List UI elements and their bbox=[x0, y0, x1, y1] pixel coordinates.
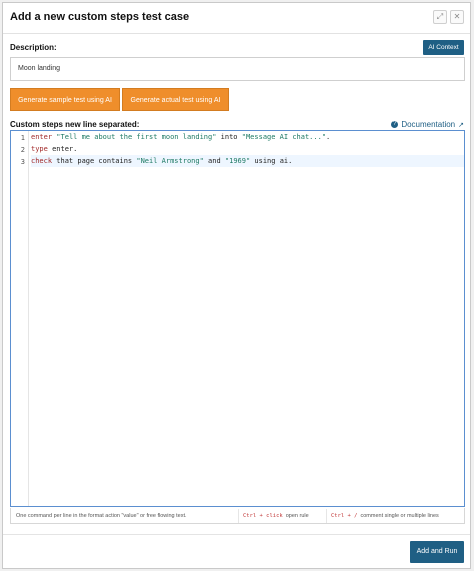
code-text: into bbox=[216, 133, 242, 141]
steps-code-editor[interactable]: 1 2 3 enter "Tell me about the first moo… bbox=[10, 130, 465, 507]
add-and-run-button[interactable]: Add and Run bbox=[410, 541, 464, 563]
line-number: 3 bbox=[20, 158, 25, 166]
help-icon: ? bbox=[391, 121, 399, 128]
custom-steps-label: Custom steps new line separated: bbox=[10, 120, 140, 129]
expand-icon[interactable]: ⤢ bbox=[433, 10, 447, 24]
description-label: Description: bbox=[10, 43, 57, 52]
code-string: "Neil Armstrong" bbox=[136, 157, 204, 165]
documentation-link[interactable]: ? Documentation ↗ bbox=[391, 120, 464, 129]
external-link-icon: ↗ bbox=[458, 121, 464, 129]
line-number-gutter: 1 2 3 bbox=[11, 131, 29, 506]
code-string: "Tell me about the first moon landing" bbox=[56, 133, 217, 141]
description-input[interactable]: Moon landing bbox=[10, 57, 465, 81]
code-line[interactable]: type enter. bbox=[31, 143, 464, 155]
code-keyword: enter bbox=[31, 133, 53, 141]
editor-hints-bar: One command per line in the format actio… bbox=[10, 508, 465, 524]
custom-steps-modal: Add a new custom steps test case ⤢ ✕ Des… bbox=[2, 2, 471, 569]
line-number: 2 bbox=[20, 146, 25, 154]
code-line-active[interactable]: check that page contains "Neil Armstrong… bbox=[31, 155, 464, 167]
code-text: that page contains bbox=[52, 157, 137, 165]
code-keyword: check bbox=[31, 157, 53, 165]
code-text: and bbox=[203, 157, 225, 165]
shortcut-desc: open rule bbox=[285, 513, 309, 519]
code-line[interactable]: enter "Tell me about the first moon land… bbox=[31, 131, 464, 143]
generate-actual-test-button[interactable]: Generate actual test using AI bbox=[122, 88, 229, 111]
modal-header: Add a new custom steps test case ⤢ ✕ bbox=[3, 3, 470, 34]
shortcut-desc: comment single or multiple lines bbox=[360, 513, 439, 519]
shortcut-key: Ctrl + click bbox=[243, 513, 283, 519]
close-icon[interactable]: ✕ bbox=[450, 10, 464, 24]
code-text: . bbox=[326, 133, 331, 141]
code-text: enter. bbox=[47, 145, 78, 153]
ctrl-slash-hint: Ctrl + / comment single or multiple lines bbox=[326, 509, 464, 523]
ctrl-click-hint: Ctrl + click open rule bbox=[238, 509, 322, 523]
code-keyword: type bbox=[31, 145, 48, 153]
footer-divider bbox=[3, 534, 470, 535]
code-string: "Message AI chat..." bbox=[241, 133, 327, 141]
code-text: using ai. bbox=[250, 157, 293, 165]
generate-sample-test-button[interactable]: Generate sample test using AI bbox=[10, 88, 120, 111]
line-number: 1 bbox=[20, 134, 25, 142]
format-hint: One command per line in the format actio… bbox=[16, 513, 187, 519]
modal-title: Add a new custom steps test case bbox=[10, 11, 190, 23]
header-controls: ⤢ ✕ bbox=[433, 10, 464, 24]
shortcut-key: Ctrl + / bbox=[331, 513, 358, 519]
ai-context-button[interactable]: AI Context bbox=[423, 40, 464, 55]
code-string: "1969" bbox=[224, 157, 251, 165]
documentation-label: Documentation bbox=[401, 120, 456, 129]
